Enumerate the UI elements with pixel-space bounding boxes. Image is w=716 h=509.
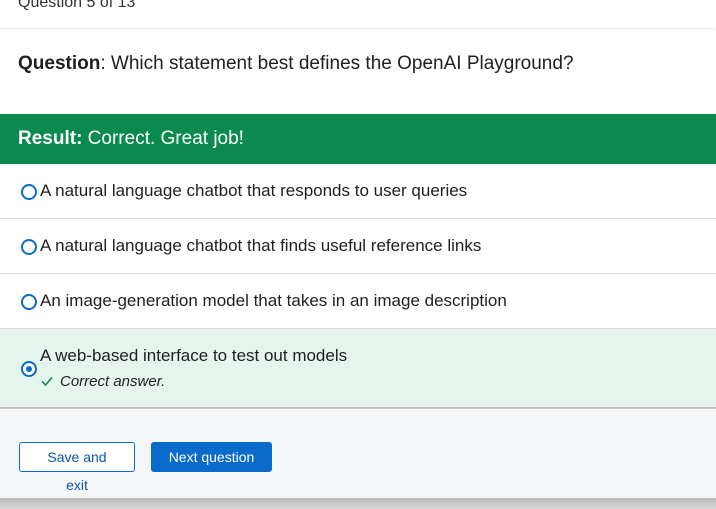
answer-option-label: A web-based interface to test out models xyxy=(40,346,348,365)
radio-button[interactable] xyxy=(21,184,37,200)
answer-feedback: Correct answer. xyxy=(40,372,165,392)
radio-button[interactable] xyxy=(21,294,37,310)
page-bottom-edge xyxy=(0,498,716,509)
answer-option-label: An image-generation model that takes in … xyxy=(40,291,507,310)
answer-option-label: A natural language chatbot that finds us… xyxy=(40,236,482,255)
question-card: Question: Which statement best defines t… xyxy=(0,29,716,499)
next-question-button[interactable]: Next question xyxy=(151,442,272,472)
question-label: Question xyxy=(18,53,101,74)
answer-options: A natural language chatbot that responds… xyxy=(0,164,716,408)
action-footer: Save and exit Next question xyxy=(0,408,716,499)
question-text: : Which statement best defines the OpenA… xyxy=(100,53,574,74)
result-banner: Result: Correct. Great job! xyxy=(0,114,716,164)
result-text: Correct. Great job! xyxy=(82,128,244,149)
question-counter: Question 5 of 13 xyxy=(18,0,136,11)
radio-dot-icon xyxy=(26,366,32,372)
save-and-exit-button[interactable]: Save and exit xyxy=(19,442,135,493)
feedback-text: Correct answer. xyxy=(60,373,166,390)
checkmark-icon xyxy=(41,376,53,387)
radio-button-selected[interactable] xyxy=(21,361,37,377)
answer-option-selected[interactable]: A web-based interface to test out models… xyxy=(0,329,716,408)
answer-option[interactable]: An image-generation model that takes in … xyxy=(0,274,716,329)
radio-button[interactable] xyxy=(21,239,37,255)
answer-option[interactable]: A natural language chatbot that responds… xyxy=(0,164,716,219)
result-label: Result: xyxy=(18,128,83,149)
answer-option[interactable]: A natural language chatbot that finds us… xyxy=(0,219,716,274)
question-counter-bar: Question 5 of 13 xyxy=(0,0,716,28)
answer-option-label: A natural language chatbot that responds… xyxy=(40,181,468,200)
question-prompt: Question: Which statement best defines t… xyxy=(18,51,574,77)
